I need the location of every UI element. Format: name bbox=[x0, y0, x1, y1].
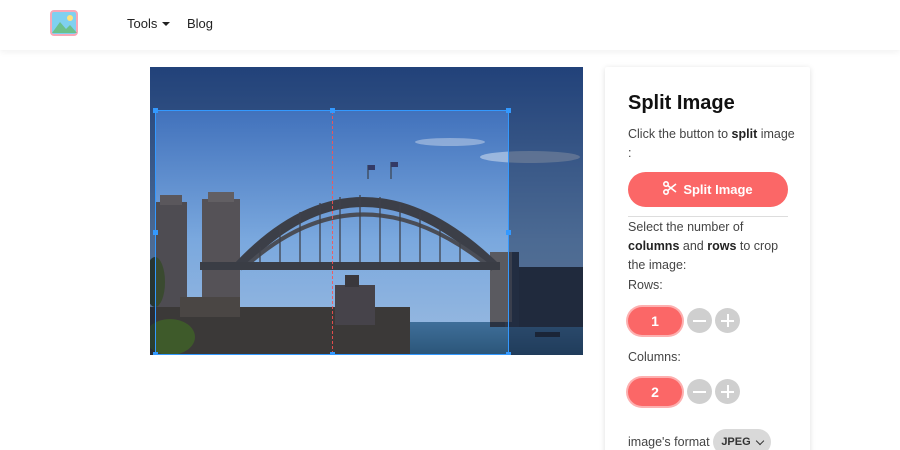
crop-handle-top-middle[interactable] bbox=[330, 108, 335, 113]
format-label: image's format bbox=[628, 435, 710, 449]
scissors-icon bbox=[663, 180, 677, 198]
crop-handle-top-right[interactable] bbox=[506, 108, 511, 113]
intro-bold: split bbox=[731, 127, 758, 141]
image-preview[interactable] bbox=[150, 67, 583, 355]
plus-icon-v bbox=[726, 314, 729, 327]
nav-tools-dropdown[interactable]: Tools bbox=[127, 16, 171, 31]
rows-label: Rows: bbox=[628, 278, 663, 292]
minus-icon bbox=[693, 319, 706, 322]
crop-handle-bottom-middle[interactable] bbox=[330, 352, 335, 355]
crop-handle-middle-left[interactable] bbox=[153, 230, 158, 235]
columns-label: Columns: bbox=[628, 350, 681, 364]
select-bold-rows: rows bbox=[707, 239, 737, 253]
crop-mask-right bbox=[509, 110, 583, 355]
columns-decrement-button[interactable] bbox=[687, 379, 712, 404]
split-instructions: Click the button to split image : bbox=[628, 125, 798, 163]
split-settings-panel: Split Image Click the button to split im… bbox=[605, 67, 810, 450]
caret-down-icon bbox=[162, 22, 171, 26]
format-select-value: JPEG bbox=[721, 436, 751, 448]
chevron-down-icon bbox=[755, 436, 764, 445]
crop-handle-middle-right[interactable] bbox=[506, 230, 511, 235]
nav-tools-label: Tools bbox=[127, 16, 158, 31]
image-logo-icon[interactable] bbox=[50, 10, 80, 38]
split-image-button[interactable]: Split Image bbox=[628, 172, 788, 207]
crop-mask-top bbox=[150, 67, 583, 110]
crop-handle-top-left[interactable] bbox=[153, 108, 158, 113]
crop-selection-box[interactable] bbox=[153, 108, 511, 355]
rows-increment-button[interactable] bbox=[715, 308, 740, 333]
split-image-button-label: Split Image bbox=[683, 182, 753, 197]
crop-handle-bottom-left[interactable] bbox=[153, 352, 158, 355]
rows-decrement-button[interactable] bbox=[687, 308, 712, 333]
columns-increment-button[interactable] bbox=[715, 379, 740, 404]
select-bold-columns: columns bbox=[628, 239, 680, 253]
minus-icon bbox=[693, 390, 706, 393]
format-select[interactable]: JPEG bbox=[713, 429, 771, 450]
columns-value-field[interactable]: 2 bbox=[628, 378, 682, 406]
top-navbar: Tools Blog bbox=[0, 0, 900, 50]
crop-instructions: Select the number of columns and rows to… bbox=[628, 218, 798, 275]
panel-title: Split Image bbox=[628, 92, 735, 114]
plus-icon-v bbox=[726, 385, 729, 398]
select-text: Select the number of bbox=[628, 220, 744, 234]
intro-text: Click the button to bbox=[628, 127, 732, 141]
rows-value-field[interactable]: 1 bbox=[628, 307, 682, 335]
nav-blog-link[interactable]: Blog bbox=[187, 16, 213, 31]
panel-divider bbox=[628, 216, 788, 217]
crop-handle-bottom-right[interactable] bbox=[506, 352, 511, 355]
select-text-mid: and bbox=[679, 239, 708, 253]
column-split-line bbox=[332, 111, 333, 354]
